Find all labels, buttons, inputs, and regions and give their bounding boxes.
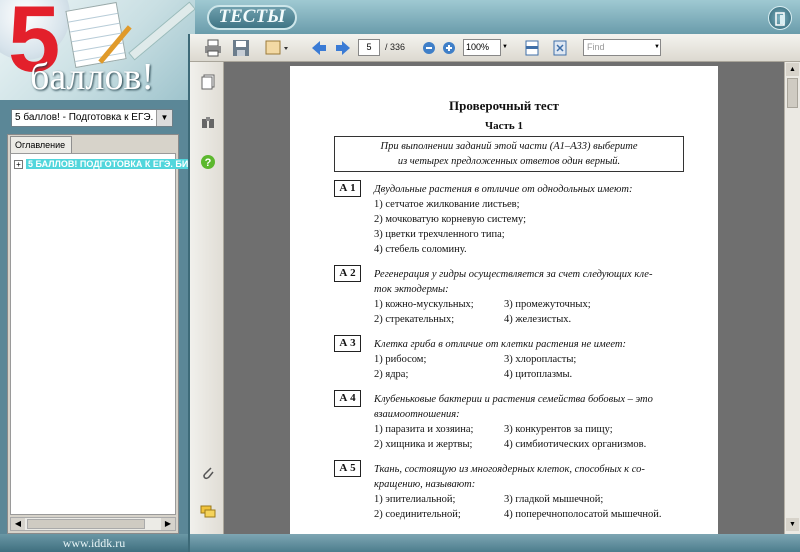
answer-option: 4) стебель соломину. [374, 244, 467, 255]
answer-option: 2) стрекательных; [374, 314, 455, 325]
part-heading: Часть 1 [485, 120, 523, 132]
find-dropdown-icon[interactable]: ▼ [653, 39, 661, 56]
instruction-box: При выполнении заданий этой части (А1–А3… [334, 136, 684, 172]
binoculars-icon[interactable] [200, 114, 216, 130]
scroll-down-arrow-icon[interactable]: ▼ [786, 518, 799, 531]
zoom-out-icon[interactable] [422, 38, 436, 58]
page-number-input[interactable]: 5 [358, 39, 380, 56]
question-number: А 4 [334, 390, 361, 407]
answer-option: 3) цветки трехчленного типа; [374, 229, 505, 240]
page-title: Проверочный тест [449, 98, 559, 113]
answer-option: 2) хищника и жертвы; [374, 439, 473, 450]
answer-option: 4) поперечнополосатой мышечной. [504, 509, 662, 520]
answer-option: 1) эпителиальной; [374, 494, 456, 505]
scroll-left-arrow-icon[interactable]: ◀ [11, 518, 25, 530]
horizontal-scrollbar[interactable]: ◀ ▶ [10, 517, 176, 531]
tab-contents[interactable]: Оглавление [10, 136, 72, 153]
print-icon[interactable] [204, 38, 222, 58]
zoom-dropdown-icon[interactable]: ▼ [500, 39, 510, 56]
answer-option: 3) промежуточных; [504, 299, 591, 310]
answer-option: 4) железистых. [504, 314, 572, 325]
svg-text:?: ? [205, 157, 212, 169]
scroll-up-arrow-icon[interactable]: ▲ [786, 63, 799, 76]
question-text-cont: ток эктодермы: [374, 284, 449, 295]
fit-width-icon[interactable] [524, 38, 540, 58]
logo-word: баллов! [30, 56, 155, 98]
ruler-graphic [128, 1, 195, 61]
zoom-in-icon[interactable] [442, 38, 456, 58]
hand-tool-icon[interactable] [264, 38, 290, 58]
answer-option: 3) гладкой мышечной; [504, 494, 604, 505]
expand-icon[interactable]: + [14, 160, 23, 170]
app-logo: 5 баллов! [0, 0, 195, 100]
pages-icon[interactable] [200, 74, 216, 90]
question-text: Двудольные растения в отличие от однодол… [374, 184, 633, 195]
question-text-cont: взаимоотношения: [374, 409, 460, 420]
save-icon[interactable] [232, 38, 250, 58]
zoom-input[interactable]: 100% [463, 39, 501, 56]
document-page: Проверочный тест Часть 1 При выполнении … [290, 66, 718, 534]
scroll-thumb[interactable] [27, 519, 145, 529]
find-input[interactable]: Find [583, 39, 661, 56]
question-number: А 1 [334, 180, 361, 197]
previous-page-icon[interactable] [310, 38, 328, 58]
answer-option: 4) симбиотических организмов. [504, 439, 647, 450]
answer-option: 2) ядра; [374, 369, 409, 380]
app-title: ТЕСТЫ [207, 5, 297, 30]
navigation-panel: Оглавление +5 БАЛЛОВ! ПОДГОТОВКА К ЕГЭ. … [7, 134, 191, 534]
exit-icon [775, 12, 785, 26]
question-text-cont: кращению, называют: [374, 479, 476, 490]
side-tools: ? [190, 62, 224, 534]
instruction-line-1: При выполнении заданий этой части (А1–А3… [380, 141, 638, 152]
next-page-icon[interactable] [334, 38, 352, 58]
question-number: А 5 [334, 460, 361, 477]
answer-option: 3) конкурентов за пищу; [504, 424, 613, 435]
question-text: Клубеньковые бактерии и растения семейст… [374, 394, 653, 405]
comments-icon[interactable] [200, 504, 216, 520]
document-select-value: 5 баллов! - Подготовка к ЕГЭ. Би [15, 112, 169, 123]
scroll-thumb[interactable] [787, 78, 798, 108]
answer-option: 2) соединительной; [374, 509, 461, 520]
answer-option: 3) хлоропласты; [504, 354, 577, 365]
tree-item[interactable]: +5 БАЛЛОВ! ПОДГОТОВКА К ЕГЭ. БИ [14, 158, 191, 170]
left-pane: 5 баллов! - Подготовка к ЕГЭ. Би ▼ Оглав… [0, 100, 191, 552]
document-select[interactable]: 5 баллов! - Подготовка к ЕГЭ. Би ▼ [11, 109, 173, 127]
help-icon[interactable]: ? [200, 154, 216, 170]
chevron-down-icon[interactable]: ▼ [156, 110, 172, 126]
question-number: А 3 [334, 335, 361, 352]
full-screen-icon[interactable] [552, 38, 568, 58]
question-text: Клетка гриба в отличие от клетки растени… [374, 339, 626, 350]
instruction-line-2: из четырех предложенных ответов один вер… [397, 156, 621, 167]
answer-option: 2) мочковатую корневую систему; [374, 214, 526, 225]
answer-option: 1) рибосом; [374, 354, 427, 365]
question-text: Регенерация у гидры осуществляется за сч… [374, 269, 653, 280]
vertical-scrollbar[interactable]: ▲ ▼ [784, 62, 800, 534]
pdf-viewer: 5 / 336 100% ▼ Find ▼ ? Проверочный тест… [188, 34, 800, 552]
scroll-right-arrow-icon[interactable]: ▶ [161, 518, 175, 530]
answer-option: 1) сетчатое жилкование листьев; [374, 199, 520, 210]
question-text: Ткань, состоящую из многоядерных клеток,… [374, 464, 645, 475]
bottom-bar [190, 534, 800, 552]
attachment-icon[interactable] [200, 464, 216, 480]
answer-option: 1) паразита и хозяина; [374, 424, 474, 435]
site-url: www.iddk.ru [0, 534, 188, 552]
contents-tree: +5 БАЛЛОВ! ПОДГОТОВКА К ЕГЭ. БИ [10, 153, 191, 515]
tree-item-label: 5 БАЛЛОВ! ПОДГОТОВКА К ЕГЭ. БИ [26, 159, 191, 169]
question-number: А 2 [334, 265, 361, 282]
answer-option: 4) цитоплазмы. [504, 369, 573, 380]
toolbar: 5 / 336 100% ▼ Find ▼ [190, 34, 800, 62]
answer-option: 1) кожно-мускульных; [374, 299, 474, 310]
exit-button[interactable] [768, 6, 792, 30]
page-total: / 336 [385, 42, 406, 52]
